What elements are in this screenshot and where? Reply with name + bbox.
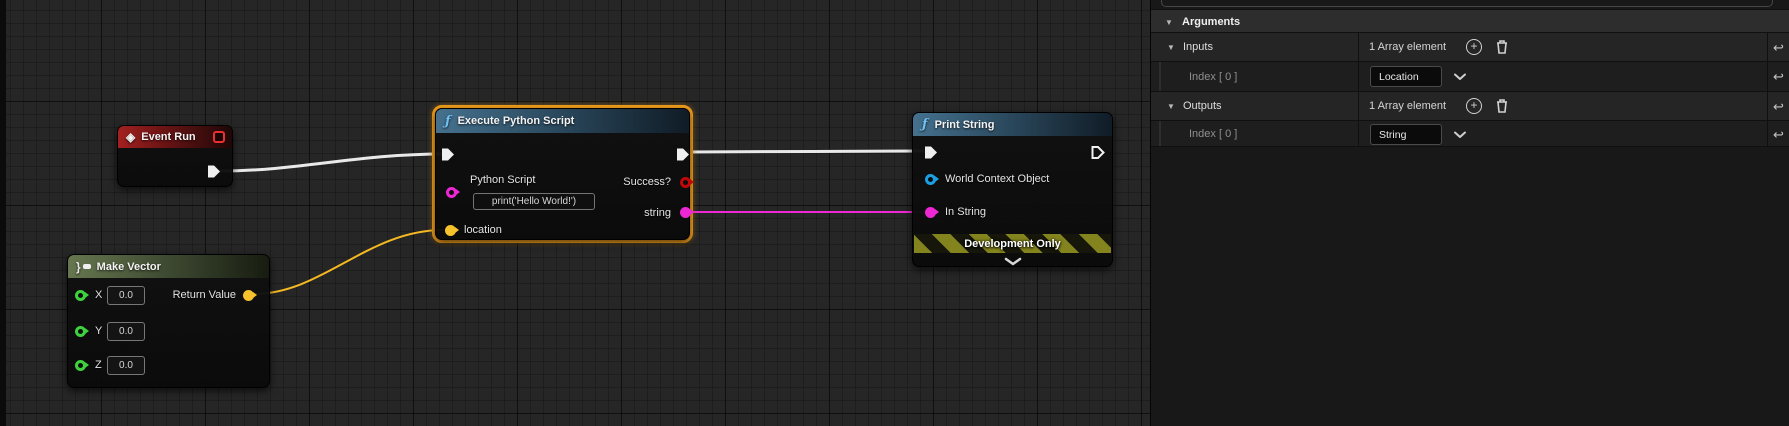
node-print-string-header[interactable]: ƒ Print String — [913, 113, 1112, 136]
pin-y-float[interactable] — [75, 326, 86, 337]
blueprint-graph[interactable]: ◈ Event Run } Make Vector X 0.0 Y 0.0 Z … — [0, 0, 1150, 426]
dropdown-chevron-icon[interactable] — [1453, 131, 1467, 139]
exec-out-pin-event-run[interactable] — [207, 164, 221, 179]
pin-x-label: X — [95, 289, 102, 301]
success-label: Success? — [623, 176, 671, 188]
python-script-label: Python Script — [470, 174, 535, 186]
function-icon: ƒ — [445, 114, 451, 129]
node-execute-python-header[interactable]: ƒ Execute Python Script — [436, 109, 689, 133]
outputs-index-row[interactable]: Index [ 0 ] String ↩ — [1151, 121, 1789, 147]
inputs-index-label: Index [ 0 ] — [1189, 71, 1237, 83]
exec-in-pin-print[interactable] — [924, 145, 938, 160]
pin-y-label: Y — [95, 325, 102, 337]
add-element-button[interactable]: + — [1466, 98, 1482, 114]
struct-pill-glyph — [83, 264, 91, 269]
pin-world-context-object[interactable] — [925, 174, 936, 185]
node-execute-python-title: Execute Python Script — [458, 115, 575, 127]
outputs-row[interactable]: ▼ Outputs 1 Array element + ↩ — [1151, 92, 1789, 121]
reset-to-default-icon[interactable]: ↩ — [1773, 40, 1784, 56]
reset-to-default-icon[interactable]: ↩ — [1773, 99, 1784, 115]
pin-string-out[interactable] — [680, 207, 691, 218]
wire-exec-python-to-printstring — [688, 151, 924, 152]
location-label: location — [464, 224, 502, 236]
exec-out-pin-python[interactable] — [676, 147, 690, 162]
indent-guide — [1159, 121, 1161, 146]
arguments-header-label: Arguments — [1182, 16, 1240, 28]
reset-column-divider — [1767, 33, 1768, 61]
output-type-dropdown[interactable]: String — [1370, 124, 1442, 145]
exec-in-pin-python[interactable] — [441, 147, 455, 162]
node-print-string[interactable]: ƒ Print String World Context Object In S… — [912, 112, 1113, 267]
node-make-vector[interactable]: } Make Vector X 0.0 Y 0.0 Z 0.0 Return V… — [67, 254, 270, 388]
reset-column-divider — [1767, 92, 1768, 120]
python-script-field[interactable]: print('Hello World!') — [473, 193, 595, 210]
event-diamond-icon: ◈ — [126, 130, 135, 144]
reset-to-default-icon[interactable]: ↩ — [1773, 127, 1784, 143]
wire-exec-eventrun-to-python — [219, 154, 444, 171]
collapse-triangle-icon[interactable]: ▼ — [1167, 43, 1175, 52]
pin-in-string[interactable] — [925, 207, 936, 218]
node-execute-python-script[interactable]: ƒ Execute Python Script Python Script pr… — [435, 108, 690, 240]
search-box-remnant[interactable] — [1161, 0, 1773, 7]
node-make-vector-header[interactable]: } Make Vector — [68, 255, 269, 278]
dropdown-chevron-icon[interactable] — [1453, 73, 1467, 81]
development-only-banner: Development Only — [914, 234, 1111, 253]
pin-location-vector[interactable] — [445, 225, 456, 236]
collapse-triangle-icon[interactable]: ▼ — [1165, 18, 1173, 27]
indent-guide — [1159, 62, 1161, 91]
z-value-field[interactable]: 0.0 — [107, 356, 145, 375]
collapse-triangle-icon[interactable]: ▼ — [1167, 102, 1175, 111]
inputs-index-row[interactable]: Index [ 0 ] Location ↩ — [1151, 62, 1789, 92]
graph-left-edge — [0, 0, 6, 426]
column-divider[interactable] — [1358, 121, 1359, 146]
expand-chevron-icon[interactable] — [1004, 257, 1022, 266]
blueprint-editor: ◈ Event Run } Make Vector X 0.0 Y 0.0 Z … — [0, 0, 1789, 426]
reset-column-divider — [1767, 62, 1768, 91]
column-divider[interactable] — [1358, 92, 1359, 120]
exec-out-pin-print[interactable] — [1091, 145, 1105, 160]
arguments-section-header[interactable]: ▼ Arguments — [1151, 9, 1789, 33]
inputs-label: Inputs — [1183, 41, 1213, 53]
struct-bracket-glyph: } — [76, 260, 81, 274]
development-only-label: Development Only — [964, 238, 1061, 250]
pin-python-script-string[interactable] — [446, 187, 457, 198]
node-event-run-title: Event Run — [141, 131, 195, 143]
column-divider[interactable] — [1358, 62, 1359, 91]
y-value-field[interactable]: 0.0 — [107, 322, 145, 341]
pin-z-label: Z — [95, 359, 102, 371]
reset-to-default-icon[interactable]: ↩ — [1773, 69, 1784, 85]
red-square-icon — [213, 131, 225, 143]
input-type-dropdown[interactable]: Location — [1370, 66, 1442, 87]
delete-elements-button[interactable] — [1495, 39, 1509, 55]
pin-success-bool[interactable] — [680, 177, 691, 188]
x-value-field[interactable]: 0.0 — [107, 286, 145, 305]
in-string-label: In String — [945, 206, 986, 218]
add-element-button[interactable]: + — [1466, 39, 1482, 55]
function-icon: ƒ — [922, 117, 928, 132]
wire-vector-to-location — [254, 230, 443, 294]
pin-z-float[interactable] — [75, 360, 86, 371]
make-struct-icon: } — [76, 260, 91, 274]
node-print-string-title: Print String — [935, 119, 995, 131]
inputs-row[interactable]: ▼ Inputs 1 Array element + ↩ — [1151, 33, 1789, 62]
return-value-label: Return Value — [173, 289, 236, 301]
pin-x-float[interactable] — [75, 290, 86, 301]
string-out-label: string — [644, 207, 671, 219]
world-context-label: World Context Object — [945, 173, 1049, 185]
pin-return-value-vector[interactable] — [243, 290, 254, 301]
delete-elements-button[interactable] — [1495, 98, 1509, 114]
node-make-vector-title: Make Vector — [97, 261, 161, 273]
details-panel: ▼ Arguments ▼ Inputs 1 Array element + ↩… — [1150, 0, 1789, 426]
column-divider[interactable] — [1358, 33, 1359, 61]
outputs-label: Outputs — [1183, 100, 1222, 112]
outputs-count-label: 1 Array element — [1369, 100, 1446, 112]
inputs-count-label: 1 Array element — [1369, 41, 1446, 53]
reset-column-divider — [1767, 121, 1768, 146]
node-event-run[interactable]: ◈ Event Run — [117, 125, 233, 187]
outputs-index-label: Index [ 0 ] — [1189, 128, 1237, 140]
